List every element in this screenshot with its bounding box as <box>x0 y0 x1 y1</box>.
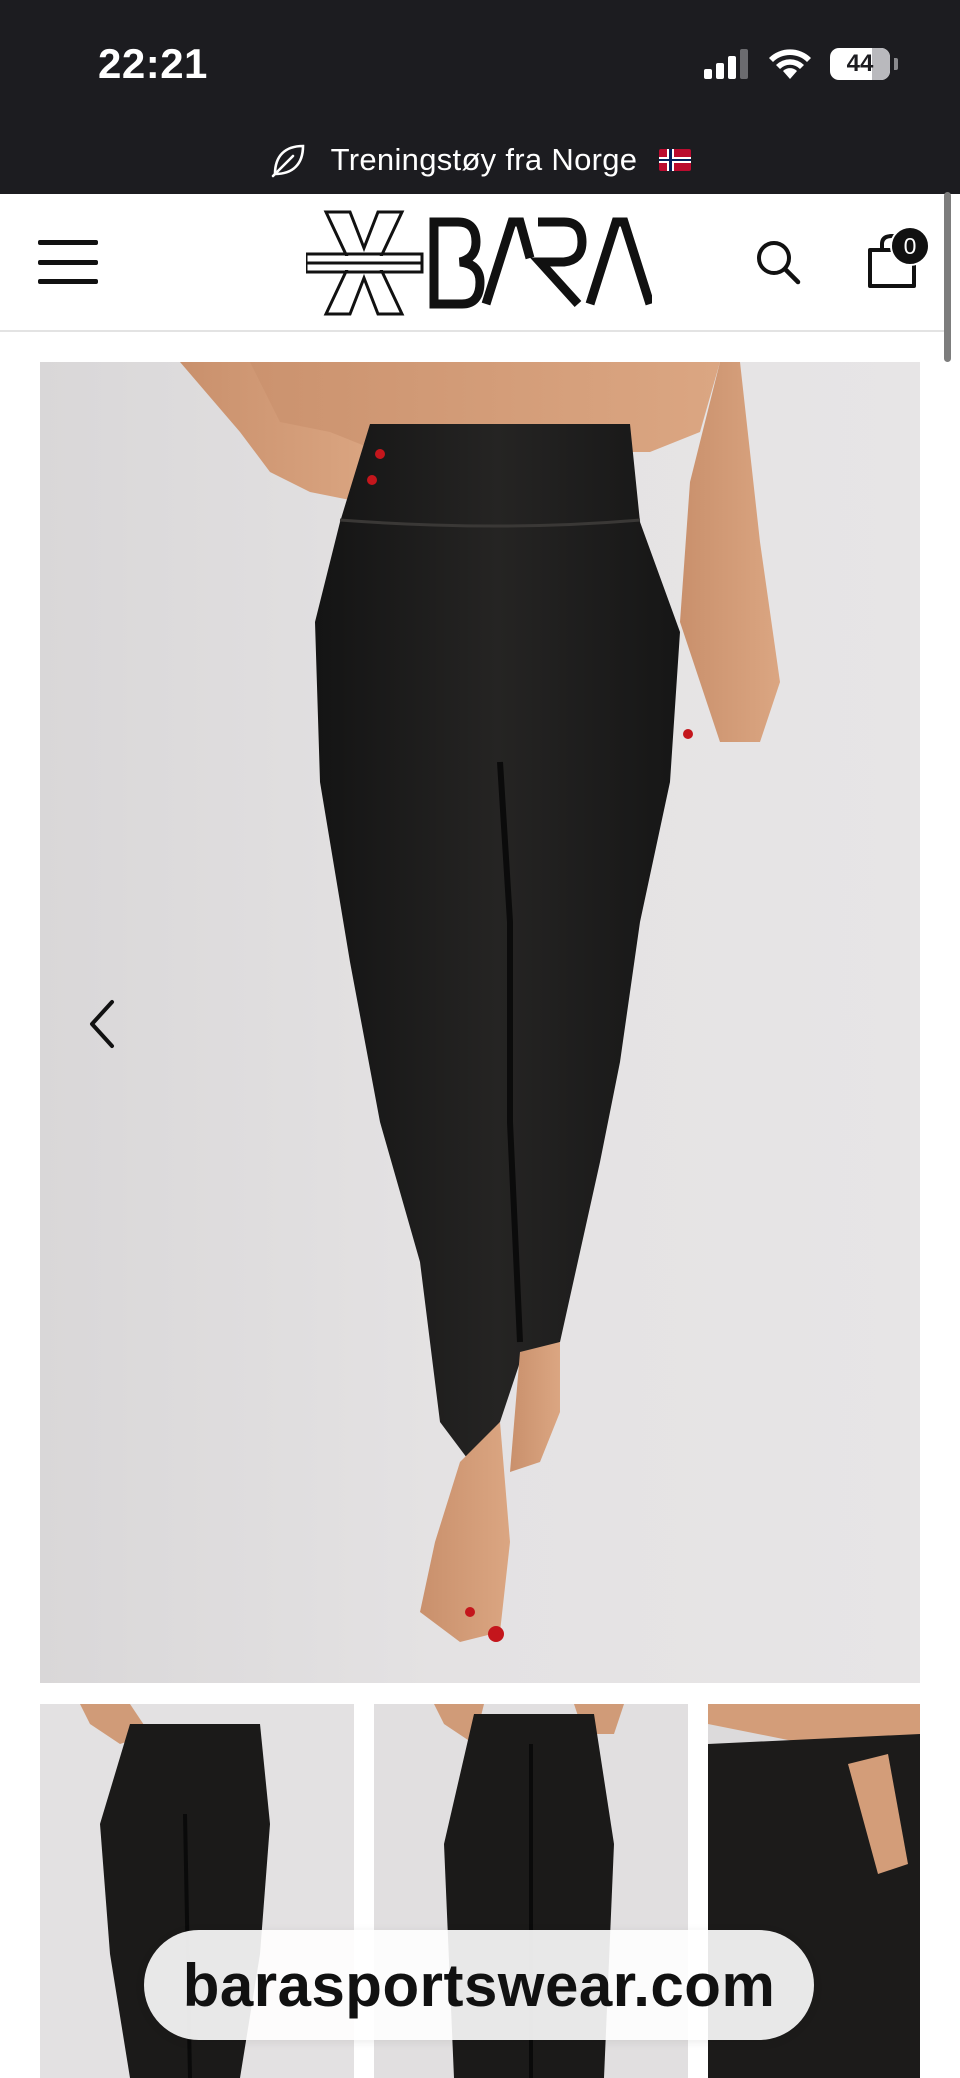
wifi-icon <box>769 49 811 79</box>
menu-button[interactable] <box>38 240 98 284</box>
cart-count-badge[interactable]: 0 <box>890 226 930 266</box>
norway-flag-icon <box>659 149 692 171</box>
search-icon <box>757 241 801 285</box>
gallery-prev-button[interactable] <box>80 996 126 1052</box>
battery-icon: 44 <box>830 48 890 80</box>
product-main-image[interactable] <box>40 362 920 1683</box>
website-domain-label: barasportswear.com <box>144 1930 814 2040</box>
battery-level: 44 <box>846 50 874 77</box>
chevron-left-icon <box>90 1000 114 1048</box>
battery-cap <box>894 58 898 70</box>
cellular-signal-icon <box>704 49 748 79</box>
announcement-bar: Treningstøy fra Norge <box>0 126 960 194</box>
leggings-photo <box>180 362 780 1642</box>
site-header <box>0 194 950 332</box>
status-time: 22:21 <box>98 40 208 87</box>
search-button[interactable] <box>754 238 802 286</box>
leaf-icon <box>271 144 304 178</box>
brand-logo[interactable] <box>306 208 652 318</box>
status-bar: 22:21 44 <box>0 0 960 126</box>
status-icons: 44 <box>704 44 898 84</box>
page-scrollbar[interactable] <box>944 192 951 362</box>
hamburger-menu-icon <box>38 240 98 245</box>
announcement-text: Treningstøy fra Norge <box>330 142 638 177</box>
